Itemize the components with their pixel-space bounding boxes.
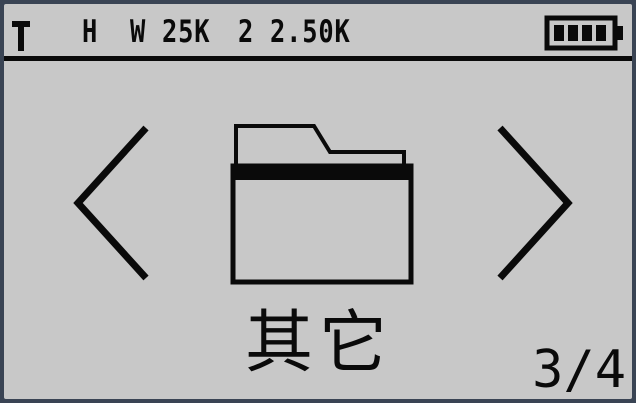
device-screen: H W 25K 2 2.50K 其它 3/4 [4, 4, 632, 399]
status-mode: H [82, 14, 99, 50]
battery-cell [554, 25, 564, 41]
chevron-left-icon[interactable] [70, 124, 152, 282]
battery-full-icon [544, 15, 623, 51]
status-value-2: 2 [238, 14, 255, 50]
status-value-1: 25K [162, 14, 211, 50]
page-indicator: 3/4 [532, 340, 626, 399]
battery-cell [596, 25, 606, 41]
status-bar-divider [4, 56, 632, 61]
antenna-icon [12, 21, 30, 51]
chevron-right-icon[interactable] [494, 124, 576, 282]
battery-cell [568, 25, 578, 41]
folder-icon [230, 124, 414, 285]
status-value-3: 2.50K [270, 14, 351, 50]
status-channel: W [130, 14, 147, 50]
battery-cell [582, 25, 592, 41]
status-bar: H W 25K 2 2.50K [4, 4, 632, 56]
menu-item-label: 其它 [244, 304, 393, 383]
